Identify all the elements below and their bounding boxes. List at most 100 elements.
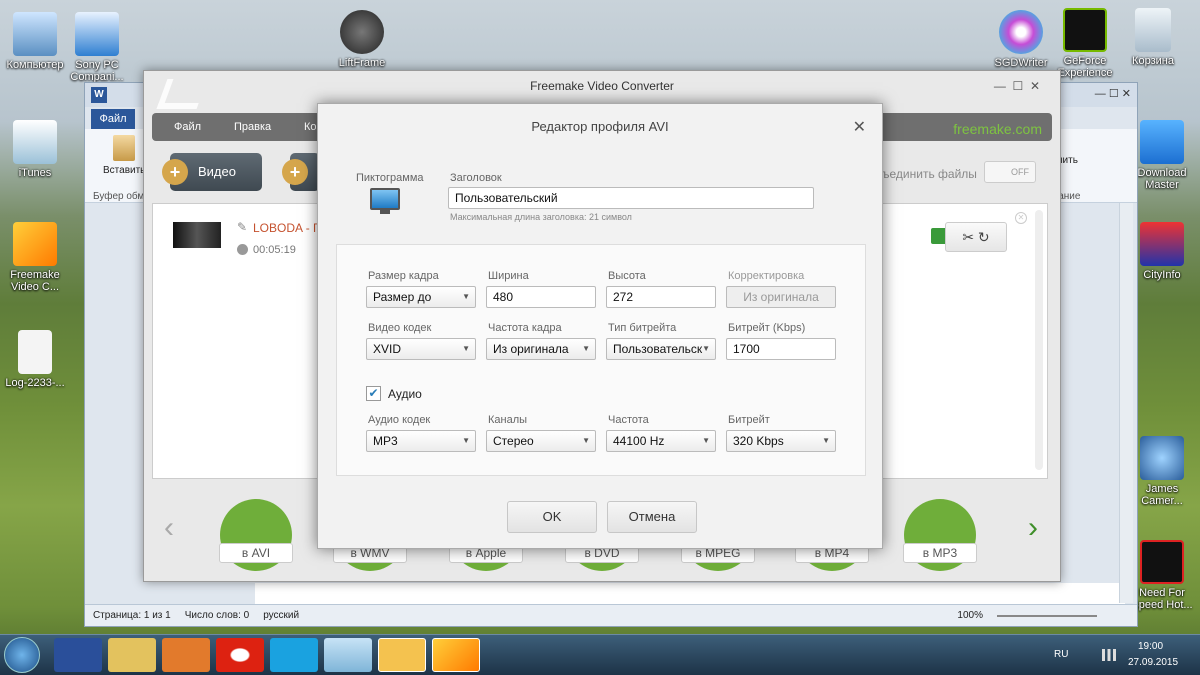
channels-label: Каналы xyxy=(488,414,528,426)
next-formats-arrow[interactable]: › xyxy=(1028,511,1038,545)
desktop-icon-liftframe[interactable]: LiftFrame xyxy=(327,10,397,69)
fps-label: Частота кадра xyxy=(488,322,562,334)
channels-select[interactable]: Стерео ▼ xyxy=(486,430,596,452)
width-input[interactable]: 480 xyxy=(486,286,596,308)
width-label: Ширина xyxy=(488,270,529,282)
audio-codec-select[interactable]: MP3 ▼ xyxy=(366,430,476,452)
plus-icon: + xyxy=(282,159,308,185)
disc-icon xyxy=(999,10,1043,54)
add-video-button[interactable]: + Видео xyxy=(162,153,262,191)
language-indicator[interactable]: RU xyxy=(1054,649,1068,660)
toggle-state: OFF xyxy=(1011,167,1029,177)
menu-file[interactable]: Файл xyxy=(174,121,201,133)
taskbar-word-icon[interactable] xyxy=(378,638,426,672)
document-icon xyxy=(18,330,52,374)
format-mp3-button[interactable]: в MP3 xyxy=(903,543,977,563)
audio-bitrate-value: 320 Kbps xyxy=(733,434,784,448)
channels-value: Стерео xyxy=(493,434,534,448)
word-statusbar: Страница: 1 из 1 Число слов: 0 русский 1… xyxy=(85,604,1137,626)
video-codec-label: Видео кодек xyxy=(368,322,432,334)
merge-toggle[interactable]: OFF xyxy=(984,161,1036,183)
add-audio-button[interactable]: + xyxy=(282,153,320,191)
desktop-icon-computer[interactable]: Компьютер xyxy=(0,12,70,71)
clock-icon xyxy=(237,244,248,255)
bitrate-type-select[interactable]: Пользовательск ▼ xyxy=(606,338,716,360)
desktop-icon-label: Log-2233-... xyxy=(5,377,65,389)
video-codec-select[interactable]: XVID ▼ xyxy=(366,338,476,360)
freemake-window-controls[interactable]: — ☐ ✕ xyxy=(994,79,1040,93)
height-label: Высота xyxy=(608,270,646,282)
cancel-button[interactable]: Отмена xyxy=(607,501,697,533)
list-scrollbar[interactable] xyxy=(1035,210,1043,470)
audio-codec-label: Аудио кодек xyxy=(368,414,431,426)
add-video-label: Видео xyxy=(198,164,236,179)
freemake-icon xyxy=(13,222,57,266)
audio-codec-value: MP3 xyxy=(373,434,398,448)
word-file-tab[interactable]: Файл xyxy=(91,109,135,129)
desktop-icon-freemake[interactable]: Freemake Video C... xyxy=(0,222,70,293)
freemake-title: Freemake Video Converter xyxy=(530,79,674,93)
signal-icon[interactable] xyxy=(1102,649,1116,661)
word-window-controls[interactable]: — ☐ ✕ xyxy=(1095,87,1131,100)
vertical-scrollbar[interactable] xyxy=(1119,203,1133,603)
frame-size-select[interactable]: Размер до ▼ xyxy=(366,286,476,308)
correction-label: Корректировка xyxy=(728,270,805,282)
edit-icon: ✎ xyxy=(237,220,248,234)
desktop-icon-log[interactable]: Log-2233-... xyxy=(0,330,70,389)
cityinfo-icon xyxy=(1140,222,1184,266)
taskbar-freemake-icon[interactable] xyxy=(432,638,480,672)
heading-label: Заголовок xyxy=(450,172,502,184)
heading-input[interactable]: Пользовательский xyxy=(448,187,814,209)
correction-button[interactable]: Из оригинала xyxy=(726,286,836,308)
paste-button[interactable]: Вставить xyxy=(103,165,145,176)
clock-date[interactable]: 27.09.2015 xyxy=(1128,657,1178,668)
taskbar-explorer-icon[interactable] xyxy=(108,638,156,672)
video-thumbnail xyxy=(173,222,221,248)
bitrate-type-label: Тип битрейта xyxy=(608,322,677,334)
video-bitrate-input[interactable]: 1700 xyxy=(726,338,836,360)
ok-button[interactable]: OK xyxy=(507,501,597,533)
desktop-icon-itunes[interactable]: iTunes xyxy=(0,120,70,179)
taskbar-app-icon[interactable] xyxy=(324,638,372,672)
audio-bitrate-select[interactable]: 320 Kbps ▼ xyxy=(726,430,836,452)
audio-checkbox-label[interactable]: Аудио xyxy=(388,387,422,401)
desktop-icon-label: Need For Speed Hot... xyxy=(1131,587,1193,611)
close-icon[interactable]: ✕ xyxy=(853,117,866,137)
video-codec-value: XVID xyxy=(373,342,402,356)
word-app-icon: W xyxy=(91,87,107,103)
taskbar-opera-icon[interactable] xyxy=(216,638,264,672)
desktop-icon-label: SGDWriter xyxy=(994,57,1048,69)
desktop-icon-geforce[interactable]: GeForce Experience xyxy=(1050,8,1120,79)
zoom-slider[interactable] xyxy=(997,614,1097,617)
fps-select[interactable]: Из оригинала ▼ xyxy=(486,338,596,360)
clipboard-icon xyxy=(113,135,135,161)
frequency-select[interactable]: 44100 Hz ▼ xyxy=(606,430,716,452)
nfs-icon xyxy=(1140,540,1184,584)
desktop-icon-recycle[interactable]: Корзина xyxy=(1118,8,1188,67)
sony-icon xyxy=(75,12,119,56)
menu-convert[interactable]: Ко xyxy=(304,121,317,133)
height-input[interactable]: 272 xyxy=(606,286,716,308)
clock-time[interactable]: 19:00 xyxy=(1138,641,1163,652)
status-words: Число слов: 0 xyxy=(184,610,250,621)
desktop-icon-sony[interactable]: Sony PC Compani... xyxy=(62,12,132,83)
format-avi-button[interactable]: в AVI xyxy=(219,543,293,563)
desktop-icon-label: Sony PC Compani... xyxy=(70,59,124,83)
taskbar-skype-icon[interactable] xyxy=(270,638,318,672)
menu-edit[interactable]: Правка xyxy=(234,121,271,133)
remove-file-icon[interactable]: ✕ xyxy=(1015,212,1027,224)
file-name[interactable]: LOBODA - Г xyxy=(253,221,320,235)
desktop-icon-sgdwriter[interactable]: SGDWriter xyxy=(986,10,1056,69)
taskbar: RU 19:00 27.09.2015 xyxy=(0,634,1200,675)
start-button[interactable] xyxy=(4,637,40,673)
taskbar-media-icon[interactable] xyxy=(162,638,210,672)
prev-formats-arrow[interactable]: ‹ xyxy=(164,511,174,545)
taskbar-save-icon[interactable] xyxy=(54,638,102,672)
profile-monitor-icon[interactable] xyxy=(370,188,400,210)
status-language[interactable]: русский xyxy=(263,610,299,621)
chevron-down-icon: ▼ xyxy=(462,292,470,301)
heading-hint: Максимальная длина заголовка: 21 символ xyxy=(450,212,632,222)
desktop-icon-label: Freemake Video C... xyxy=(10,269,60,293)
audio-checkbox[interactable]: ✔ xyxy=(366,386,381,401)
edit-tools-button[interactable]: ✂ ↻ xyxy=(945,222,1007,252)
